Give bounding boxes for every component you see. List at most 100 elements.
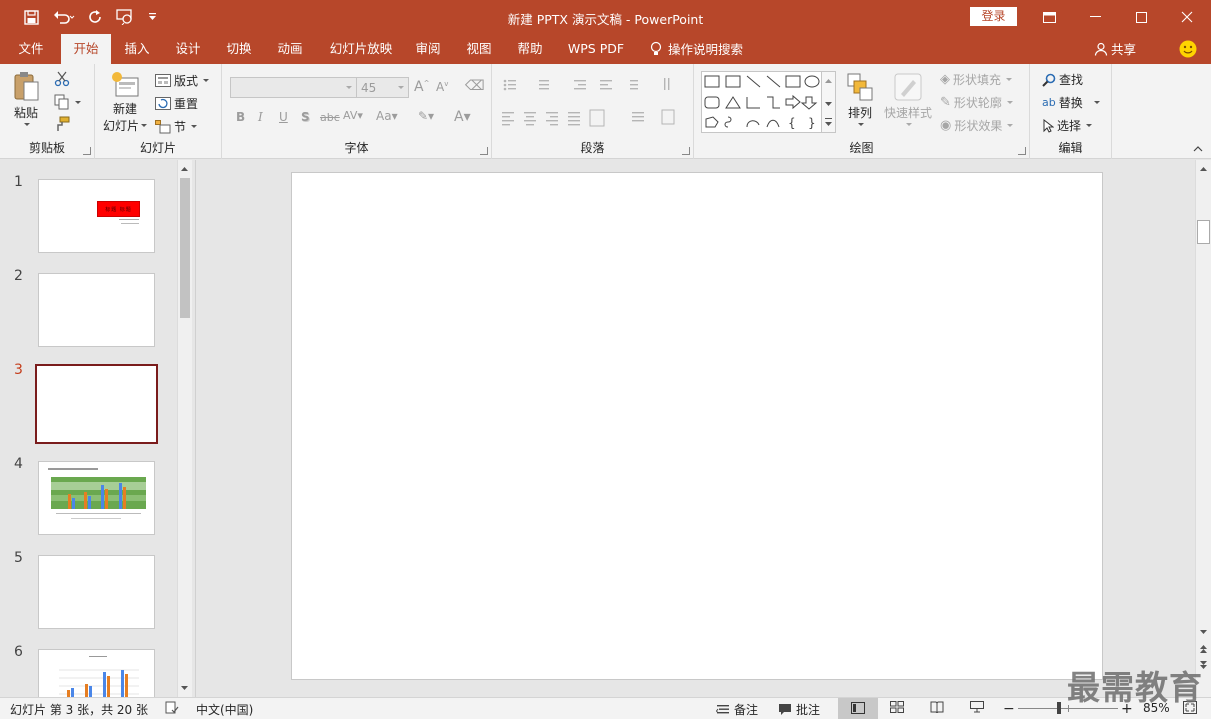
slideshow-view-icon[interactable] <box>970 701 984 713</box>
slide-thumbnail-6[interactable] <box>38 649 155 697</box>
increase-font-size-icon[interactable]: A^ <box>414 79 429 95</box>
layout-dropdown-icon <box>203 79 210 82</box>
editor-scrollbar[interactable] <box>1195 160 1211 697</box>
arrange-dropdown-icon <box>858 123 864 126</box>
group-editing: 查找 ab 替换 选择 编辑 <box>1030 64 1112 159</box>
pen-icon: ✎ <box>940 95 951 110</box>
arrange-icon <box>847 73 873 101</box>
tab-file[interactable]: 文件 <box>8 34 54 64</box>
login-button[interactable]: 登录 <box>970 7 1017 26</box>
notes-button[interactable]: 备注 <box>716 701 758 718</box>
watermark-logo: 最需教育 <box>1067 668 1203 707</box>
strikethrough-icon[interactable]: abc <box>320 111 340 124</box>
tab-home[interactable]: 开始 <box>61 34 111 64</box>
reading-view-icon[interactable] <box>930 701 944 713</box>
paragraph-launcher-icon[interactable] <box>682 147 690 155</box>
slide-4-title-line <box>48 468 98 470</box>
shape-effects-button[interactable]: ◉ 形状效果 <box>940 117 1014 134</box>
maximize-icon[interactable] <box>1118 0 1164 34</box>
copy-button[interactable] <box>54 94 81 110</box>
slide-thumbnail-3[interactable] <box>35 364 158 444</box>
decrease-font-size-icon[interactable]: Av <box>436 80 448 94</box>
language-status[interactable]: 中文(中国) <box>196 701 253 718</box>
shapes-gallery-scroll[interactable] <box>821 71 836 133</box>
ribbon-display-options-icon[interactable] <box>1026 0 1072 34</box>
section-button[interactable]: 节 <box>155 118 198 135</box>
minimize-icon[interactable] <box>1072 0 1118 34</box>
new-slide-button[interactable]: 新建 幻灯片 <box>103 70 148 134</box>
drawing-launcher-icon[interactable] <box>1018 147 1026 155</box>
quick-styles-button[interactable]: 快速样式 <box>884 72 932 126</box>
editor-scroll-up-icon[interactable] <box>1197 162 1210 176</box>
normal-view-button[interactable] <box>838 698 878 719</box>
slide-sorter-view-icon[interactable] <box>890 701 904 713</box>
tab-view[interactable]: 视图 <box>457 34 501 64</box>
zoom-out-button[interactable]: − <box>1003 701 1015 717</box>
spell-check-icon[interactable] <box>165 701 179 714</box>
slide-thumbnail-2[interactable] <box>38 273 155 347</box>
reset-button[interactable]: 重置 <box>155 95 198 112</box>
current-slide-canvas[interactable] <box>291 172 1103 680</box>
slide-number-1: 1 <box>14 174 23 190</box>
close-icon[interactable] <box>1164 0 1210 34</box>
collapse-ribbon-icon[interactable] <box>1193 141 1203 155</box>
underline-icon[interactable]: U <box>279 110 288 124</box>
tab-help[interactable]: 帮助 <box>508 34 552 64</box>
arrange-button[interactable]: 排列 <box>846 72 874 126</box>
comment-icon <box>779 704 791 715</box>
slide-thumbnail-4[interactable] <box>38 461 155 535</box>
scroll-down-arrow-icon[interactable] <box>178 681 191 695</box>
comments-button[interactable]: 批注 <box>778 701 820 718</box>
tab-slideshow[interactable]: 幻灯片放映 <box>321 34 401 64</box>
tab-animations[interactable]: 动画 <box>268 34 312 64</box>
tab-insert[interactable]: 插入 <box>115 34 159 64</box>
scroll-up-arrow-icon[interactable] <box>178 162 191 176</box>
tab-transitions[interactable]: 切换 <box>217 34 261 64</box>
select-button[interactable]: 选择 <box>1042 117 1093 134</box>
copy-icon <box>54 94 69 110</box>
text-shadow-icon[interactable]: S <box>301 110 310 124</box>
thumbnail-scrollbar[interactable] <box>177 160 192 697</box>
thumbnail-scroll-thumb[interactable] <box>180 178 190 318</box>
bold-icon[interactable]: B <box>236 110 245 124</box>
highlight-icon[interactable]: ✎▾ <box>418 109 434 123</box>
character-spacing-icon[interactable]: AV▾ <box>343 109 363 122</box>
slide-thumbnail-5[interactable] <box>38 555 155 629</box>
font-color-icon[interactable]: A▾ <box>454 109 471 125</box>
quick-styles-icon <box>894 73 922 101</box>
change-case-icon[interactable]: Aa▾ <box>376 109 398 123</box>
tab-wps-pdf[interactable]: WPS PDF <box>561 34 631 64</box>
status-bar: 幻灯片 第 3 张，共 20 张 中文(中国) 备注 批注 − + 85% <box>0 697 1211 719</box>
font-name-combo[interactable] <box>230 77 357 98</box>
shapes-gallery[interactable]: {} <box>701 71 829 133</box>
previous-slide-icon[interactable] <box>1197 642 1210 656</box>
editor-scroll-thumb[interactable] <box>1197 220 1210 244</box>
shape-outline-button[interactable]: ✎ 形状轮廓 <box>940 94 1013 111</box>
tell-me-search[interactable]: 操作说明搜索 <box>646 34 756 64</box>
effects-icon: ◉ <box>940 118 952 133</box>
shapes-gallery-icon: {} <box>704 75 820 130</box>
paste-button[interactable]: 粘贴 <box>12 70 40 126</box>
group-clipboard: 粘贴 剪贴板 <box>0 64 95 159</box>
tab-review[interactable]: 审阅 <box>406 34 450 64</box>
font-launcher-icon[interactable] <box>480 147 488 155</box>
find-button[interactable]: 查找 <box>1042 71 1083 88</box>
editor-scroll-down-icon[interactable] <box>1197 625 1210 639</box>
format-painter-button[interactable] <box>54 116 70 132</box>
slide-thumbnail-1[interactable]: 标题 标题 <box>38 179 155 253</box>
clear-formatting-icon[interactable]: ⌫ <box>465 78 485 94</box>
shape-fill-button[interactable]: ◈ 形状填充 <box>940 71 1013 88</box>
share-button[interactable]: 共享 <box>1094 34 1144 64</box>
italic-icon[interactable]: I <box>258 110 263 124</box>
new-slide-label-2: 幻灯片 <box>103 119 140 133</box>
search-icon <box>1042 73 1056 87</box>
font-size-combo[interactable]: 45 <box>356 77 409 98</box>
zoom-slider-thumb[interactable] <box>1057 702 1061 714</box>
tab-design[interactable]: 设计 <box>166 34 210 64</box>
layout-button[interactable]: 版式 <box>155 72 210 89</box>
cut-button[interactable] <box>54 71 70 87</box>
clipboard-launcher-icon[interactable] <box>83 147 91 155</box>
smiley-feedback-icon[interactable] <box>1176 34 1200 64</box>
replace-button[interactable]: ab 替换 <box>1042 94 1100 111</box>
replace-dropdown-icon <box>1093 101 1100 104</box>
